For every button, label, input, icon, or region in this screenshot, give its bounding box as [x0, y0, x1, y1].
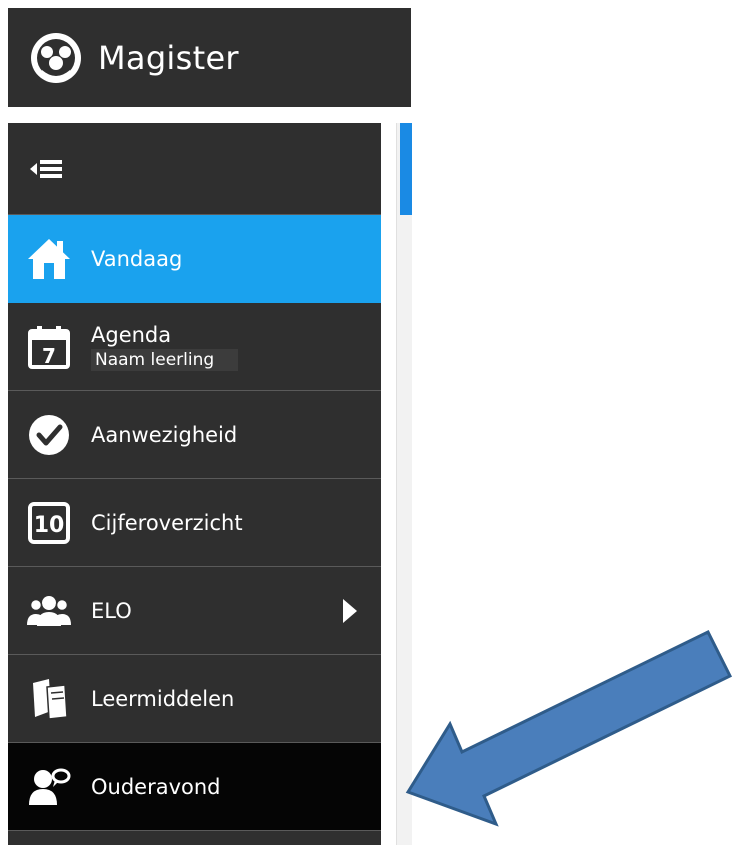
calendar-icon: 7: [28, 325, 70, 369]
sidebar-item-label: Ouderavond: [91, 774, 221, 799]
grade-ten-icon: 10: [28, 501, 70, 544]
sidebar-item-vandaag[interactable]: Vandaag: [8, 215, 381, 303]
sidebar-item-label: Vandaag: [91, 246, 183, 271]
app-header: Magister: [8, 8, 411, 107]
collapse-menu-icon: [30, 159, 62, 178]
sidebar-item-label: ELO: [91, 598, 132, 623]
sidebar-item-label: Cijferoverzicht: [91, 510, 243, 535]
books-icon: [33, 678, 68, 720]
checkmark-circle-icon: [29, 414, 69, 455]
home-icon: [28, 238, 70, 279]
app-title: Magister: [98, 38, 239, 77]
group-users-icon: [27, 595, 71, 626]
sidebar-item-aanwezigheid[interactable]: Aanwezigheid: [8, 391, 381, 479]
calendar-day: 7: [42, 344, 56, 368]
magister-logo-icon: [31, 32, 81, 83]
sidebar-item-cijferoverzicht[interactable]: 10 Cijferoverzicht: [8, 479, 381, 567]
sidebar-nav: Vandaag 7 Agenda Naam leerling Aanwezigh…: [8, 123, 381, 845]
sidebar-item-label: Leermiddelen: [91, 686, 235, 711]
sidebar-item-ouderavond[interactable]: Ouderavond: [8, 743, 381, 831]
chevron-right-icon: [343, 599, 357, 623]
sidebar-item-leermiddelen[interactable]: Leermiddelen: [8, 655, 381, 743]
student-name-label: Naam leerling: [91, 348, 238, 371]
content-accent-bar: [400, 123, 412, 215]
sidebar-item-label: Agenda: [91, 322, 172, 347]
sidebar-item-agenda[interactable]: 7 Agenda Naam leerling: [8, 303, 381, 391]
grade-badge: 10: [34, 513, 65, 538]
sidebar-toggle-button[interactable]: [8, 123, 381, 215]
sidebar-item-label: Aanwezigheid: [91, 422, 238, 447]
annotation-arrow: [405, 630, 733, 827]
parent-meeting-icon: [29, 768, 71, 805]
sidebar-item-elo[interactable]: ELO: [8, 567, 381, 655]
